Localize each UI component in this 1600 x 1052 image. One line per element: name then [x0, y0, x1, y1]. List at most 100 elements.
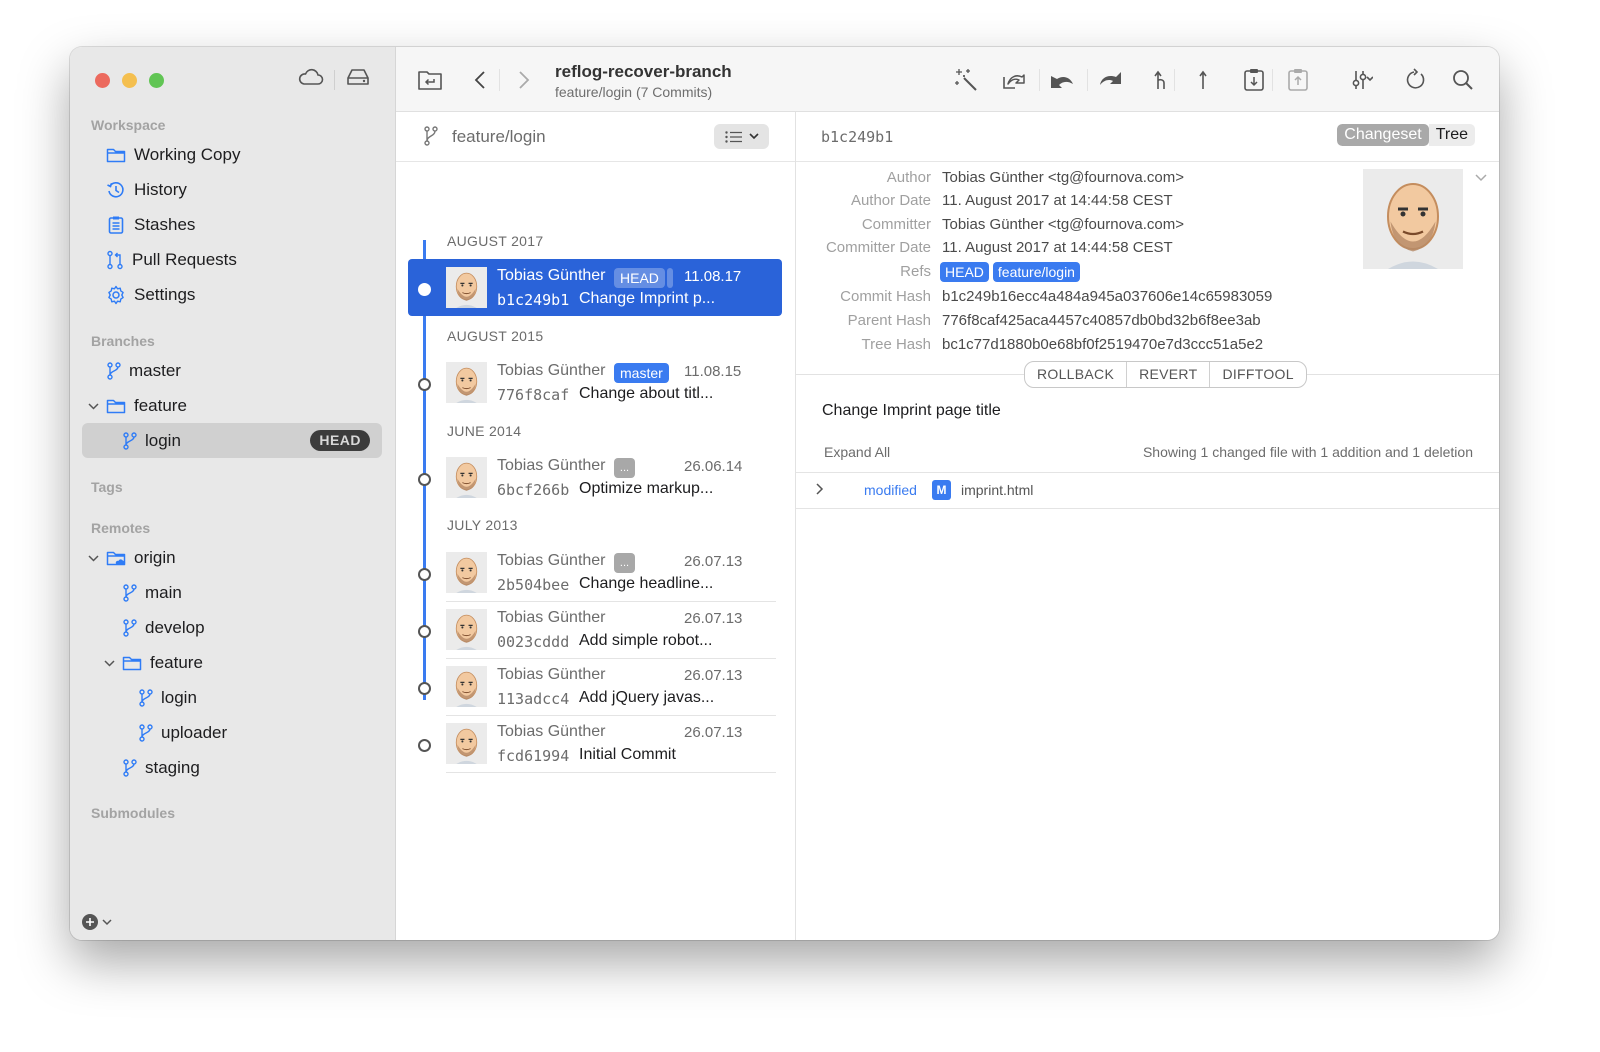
- branch-up-icon: [1154, 70, 1165, 89]
- meta-key: Tree Hash: [861, 336, 931, 353]
- author-avatar: [1363, 169, 1463, 269]
- avatar-face-icon: [446, 609, 487, 650]
- gear-icon: [108, 285, 124, 305]
- commit-row[interactable]: Tobias Günther 26.07.13 0023cddd Add sim…: [408, 601, 782, 659]
- branch-icon: [123, 759, 137, 777]
- commit-row[interactable]: Tobias Günther ... 26.06.14 6bcf266b Opt…: [408, 449, 782, 506]
- back-to-repos-button[interactable]: [415, 65, 445, 95]
- parent-hash-link[interactable]: 776f8caf425aca4457c40857db0bd32b6f8ee3ab: [942, 312, 1261, 329]
- sidebar-remote-branch-login[interactable]: login: [139, 681, 197, 715]
- meta-key: Committer: [861, 216, 931, 233]
- sidebar-item-label: origin: [134, 548, 176, 567]
- chevron-down-icon[interactable]: [86, 402, 100, 410]
- commit-row[interactable]: Tobias Günther master 11.08.15 776f8caf …: [408, 354, 782, 411]
- commit-row[interactable]: Tobias Günther ... 26.07.13 2b504bee Cha…: [408, 544, 782, 602]
- commit-hash: 113adcc4: [497, 690, 570, 708]
- commit-list-header: feature/login: [396, 112, 795, 162]
- merge-button[interactable]: [1146, 65, 1176, 95]
- sidebar-remote-branch-staging[interactable]: staging: [123, 751, 200, 785]
- sidebar-remote-origin[interactable]: origin: [86, 541, 176, 575]
- filter-menu-button[interactable]: [1339, 65, 1384, 95]
- meta-key: Commit Hash: [840, 288, 931, 305]
- sidebar-item-stashes[interactable]: Stashes: [106, 208, 195, 242]
- sidebar-item-history[interactable]: History: [106, 173, 187, 207]
- ref-badge-truncated: [667, 268, 673, 288]
- commit-date: 11.08.15: [684, 363, 742, 380]
- sidebar-remote-branch-uploader[interactable]: uploader: [139, 716, 227, 750]
- sidebar-folder-feature[interactable]: feature: [86, 389, 187, 423]
- avatar: [446, 552, 487, 593]
- chevron-down-icon[interactable]: [86, 554, 100, 562]
- rollback-button[interactable]: ROLLBACK: [1025, 362, 1126, 387]
- sidebar: Workspace Working Copy History Stashes P…: [70, 47, 396, 940]
- magic-wand-icon: [955, 69, 977, 91]
- commit-hash: 2b504bee: [497, 576, 570, 594]
- sidebar-item-pull-requests[interactable]: Pull Requests: [106, 243, 237, 277]
- section-submodules: Submodules: [91, 805, 176, 821]
- commit-row[interactable]: Tobias Günther HEAD 11.08.17 b1c249b1 Ch…: [408, 259, 782, 316]
- close-button[interactable]: [95, 73, 110, 88]
- branch-icon: [139, 689, 153, 707]
- sidebar-item-working-copy[interactable]: Working Copy: [106, 138, 240, 172]
- changed-file-row[interactable]: modified M imprint.html: [796, 473, 1499, 509]
- ref-badge-head[interactable]: HEAD: [940, 262, 989, 282]
- detail-header: b1c249b1 Changeset Tree: [796, 112, 1499, 162]
- back-icon: [474, 71, 485, 89]
- month-header: JUNE 2014: [447, 423, 522, 439]
- meta-value: 11. August 2017 at 14:44:58 CEST: [942, 192, 1173, 209]
- folder-icon: [122, 656, 142, 671]
- forward-button[interactable]: [509, 65, 539, 95]
- sidebar-branch-login[interactable]: login HEAD: [82, 423, 382, 458]
- avatar-face-icon: [446, 267, 487, 308]
- minimize-button[interactable]: [122, 73, 137, 88]
- month-header: JULY 2013: [447, 517, 518, 533]
- commit-detail-pane: b1c249b1 Changeset Tree Author Tobias Gü…: [796, 112, 1499, 940]
- commit-message: Add simple robot...: [579, 632, 713, 649]
- chevron-down-icon[interactable]: [102, 659, 116, 667]
- current-branch-summary: feature/login (7 Commits): [555, 84, 713, 100]
- more-refs-badge: ...: [614, 553, 635, 573]
- sidebar-branch-master[interactable]: master: [107, 354, 181, 388]
- meta-value: bc1c77d1880b0e68bf0f2519470e7d3ccc51a5e2: [942, 336, 1264, 353]
- avatar-face-icon: [446, 552, 487, 593]
- sidebar-remote-branch-develop[interactable]: develop: [123, 611, 205, 645]
- chevron-right-icon[interactable]: [816, 482, 824, 500]
- sidebar-remote-folder-feature[interactable]: feature: [102, 646, 203, 680]
- sidebar-item-settings[interactable]: Settings: [106, 278, 195, 312]
- search-button[interactable]: [1448, 65, 1478, 95]
- commit-row[interactable]: Tobias Günther 26.07.13 113adcc4 Add jQu…: [408, 658, 782, 716]
- tab-tree[interactable]: Tree: [1428, 124, 1475, 146]
- folder-icon: [106, 148, 126, 163]
- commit-row[interactable]: Tobias Günther 26.07.13 fcd61994 Initial…: [408, 715, 782, 773]
- sidebar-branch-login-content: login: [123, 423, 181, 458]
- refresh-button[interactable]: [1401, 65, 1431, 95]
- revert-button[interactable]: REVERT: [1126, 362, 1209, 387]
- cloud-icon[interactable]: [298, 67, 324, 92]
- ref-badge-feature-login[interactable]: feature/login: [992, 262, 1080, 282]
- apply-stash-button[interactable]: [1283, 65, 1313, 95]
- commit-date: 26.07.13: [684, 553, 743, 570]
- meta-value: 11. August 2017 at 14:44:58 CEST: [942, 239, 1173, 256]
- arrow-up-icon: [1199, 70, 1207, 89]
- undo-button[interactable]: [999, 65, 1029, 95]
- expand-all-button[interactable]: Expand All: [824, 444, 890, 460]
- view-options-button[interactable]: [714, 124, 769, 149]
- zoom-button[interactable]: [149, 73, 164, 88]
- commit-author: Tobias Günther: [497, 723, 606, 740]
- chevron-down-icon[interactable]: [1475, 169, 1487, 187]
- difftool-button[interactable]: DIFFTOOL: [1209, 362, 1305, 387]
- sidebar-remote-branch-main[interactable]: main: [123, 576, 182, 610]
- file-status: modified: [864, 482, 917, 498]
- push-button[interactable]: [1095, 65, 1125, 95]
- fetch-button[interactable]: [1047, 65, 1077, 95]
- publish-button[interactable]: [1188, 65, 1218, 95]
- back-button[interactable]: [465, 65, 495, 95]
- commit-author: Tobias Günther: [497, 362, 606, 379]
- drive-icon[interactable]: [345, 67, 371, 92]
- add-menu-button[interactable]: [82, 914, 112, 930]
- selected-commit-hash: b1c249b1: [821, 128, 894, 146]
- magic-wand-button[interactable]: [951, 65, 981, 95]
- stash-button[interactable]: [1239, 65, 1269, 95]
- tab-changeset[interactable]: Changeset: [1337, 124, 1429, 146]
- avatar-face-icon: [446, 666, 487, 707]
